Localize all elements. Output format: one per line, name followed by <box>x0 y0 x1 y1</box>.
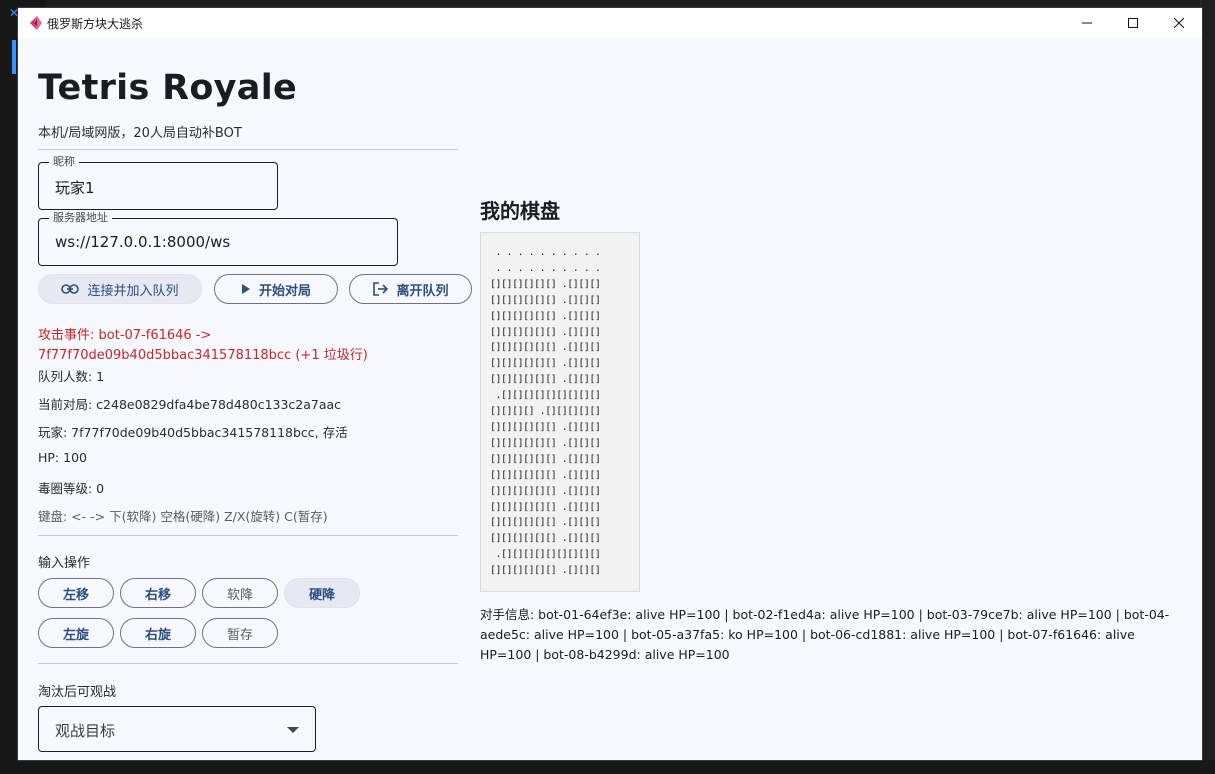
board-row: [][][][][][] .[][][] <box>490 453 601 465</box>
board-row: [][][][][][] .[][][] <box>490 326 601 338</box>
server-address-label: 服务器地址 <box>49 211 112 225</box>
queue-count: 队列人数: 1 <box>38 369 105 384</box>
board-row: [][][][] .[][][][][] <box>490 406 601 418</box>
attack-event-text: 攻击事件: bot-07-f61646 -> 7f77f70de09b40d5b… <box>38 328 368 363</box>
maximize-button[interactable] <box>1110 8 1156 38</box>
spectate-target-placeholder: 观战目标 <box>55 722 116 740</box>
server-address-value: ws://127.0.0.1:8000/ws <box>55 233 231 251</box>
board-row: [][][][][][] .[][][] <box>490 374 601 386</box>
move-left-label: 左移 <box>62 587 89 603</box>
window-title: 俄罗斯方块大逃杀 <box>47 17 144 31</box>
soft-drop-label: 软降 <box>226 587 253 603</box>
page-title: Tetris Royale <box>38 68 298 108</box>
board-row: [][][][][][] .[][][] <box>490 294 601 306</box>
spectate-target-select[interactable]: 观战目标 <box>38 706 316 752</box>
poison-level: 毒圈等级: 0 <box>38 481 105 496</box>
hold-label: 暂存 <box>226 627 253 643</box>
leave-queue-button[interactable]: 离开队列 <box>349 274 472 304</box>
background-editor-edge <box>1200 0 1215 774</box>
app-icon <box>30 16 42 30</box>
board-row: [][][][][][] .[][][] <box>490 533 601 545</box>
rotate-left-label: 左旋 <box>62 627 89 643</box>
join-queue-label: 连接并加入队列 <box>87 283 179 299</box>
hard-drop-button[interactable]: 硬降 <box>284 578 360 608</box>
board-row: .[][][][][][][][][] <box>490 549 601 561</box>
board-row: . . . . . . . . . . <box>490 262 601 274</box>
board-row: [][][][][][] .[][][] <box>490 565 601 577</box>
minimize-button[interactable] <box>1064 8 1110 38</box>
leave-queue-label: 离开队列 <box>396 283 449 299</box>
soft-drop-button[interactable]: 软降 <box>202 578 278 608</box>
board-row: [][][][][][] .[][][] <box>490 485 601 497</box>
move-left-button[interactable]: 左移 <box>38 578 114 608</box>
keyboard-help: 键盘: <- -> 下(软降) 空格(硬降) Z/X(旋转) C(暂存) <box>38 509 328 524</box>
divider <box>38 535 458 536</box>
hold-button[interactable]: 暂存 <box>202 618 278 648</box>
join-queue-button[interactable]: 连接并加入队列 <box>38 274 202 304</box>
main-content: Tetris Royale 本机/局域网版，20人局自动补BOT 昵称 玩家1 … <box>18 38 1202 760</box>
maximize-icon <box>1128 18 1138 28</box>
page-subtitle: 本机/局域网版，20人局自动补BOT <box>38 126 242 141</box>
activity-indicator <box>12 40 16 74</box>
board-row: . . . . . . . . . . <box>490 247 601 258</box>
board-row: [][][][][][] .[][][] <box>490 342 601 354</box>
hp-value: HP: 100 <box>38 450 87 465</box>
logout-icon <box>372 282 389 296</box>
play-icon <box>241 283 251 295</box>
board-row: [][][][][][] .[][][] <box>490 310 601 322</box>
close-button[interactable] <box>1156 8 1202 38</box>
nickname-value: 玩家1 <box>55 179 95 197</box>
board-row: [][][][][][] .[][][] <box>490 437 601 449</box>
nickname-label: 昵称 <box>49 155 79 169</box>
current-match: 当前对局: c248e0829dfa4be78d480c133c2a7aac <box>38 397 342 412</box>
opponents-info: 对手信息: bot-01-64ef3e: alive HP=100 | bot-… <box>480 607 1170 662</box>
board-row: [][][][][][] .[][][] <box>490 278 601 290</box>
hard-drop-label: 硬降 <box>308 587 335 603</box>
board-row: .[][][][][][][][][] <box>490 390 601 402</box>
close-icon <box>1174 18 1184 28</box>
input-ops-label: 输入操作 <box>38 556 91 571</box>
title-bar: 俄罗斯方块大逃杀 <box>18 8 1202 38</box>
divider <box>38 663 458 664</box>
move-right-label: 右移 <box>144 587 171 603</box>
dropdown-arrow-icon <box>287 727 299 733</box>
board-row: [][][][][][] .[][][] <box>490 358 601 370</box>
player-status: 玩家: 7f77f70de09b40d5bbac341578118bcc, 存活 <box>38 425 348 440</box>
background-editor-bottom <box>0 760 1215 774</box>
board-row: [][][][][][] .[][][] <box>490 421 601 433</box>
spectate-label: 淘汰后可观战 <box>38 685 117 700</box>
board-row: [][][][][][] .[][][] <box>490 517 601 529</box>
nickname-field[interactable]: 昵称 玩家1 <box>38 155 278 210</box>
minimize-icon <box>1082 22 1092 24</box>
app-window: 俄罗斯方块大逃杀 Tetris Royale 本机/局域网版，20人局自动补BO… <box>18 8 1202 760</box>
start-match-label: 开始对局 <box>258 283 311 299</box>
rotate-right-label: 右旋 <box>144 627 171 643</box>
board-row: [][][][][][] .[][][] <box>490 469 601 481</box>
rotate-right-button[interactable]: 右旋 <box>120 618 196 648</box>
rotate-left-button[interactable]: 左旋 <box>38 618 114 648</box>
move-right-button[interactable]: 右移 <box>120 578 196 608</box>
game-board: . . . . . . . . . . . . . . . . . . . . [… <box>480 232 640 592</box>
divider <box>38 149 458 150</box>
server-address-field[interactable]: 服务器地址 ws://127.0.0.1:8000/ws <box>38 211 398 266</box>
board-row: [][][][][][] .[][][] <box>490 501 601 513</box>
board-title: 我的棋盘 <box>480 199 560 223</box>
link-icon <box>61 284 80 294</box>
start-match-button[interactable]: 开始对局 <box>214 274 338 304</box>
